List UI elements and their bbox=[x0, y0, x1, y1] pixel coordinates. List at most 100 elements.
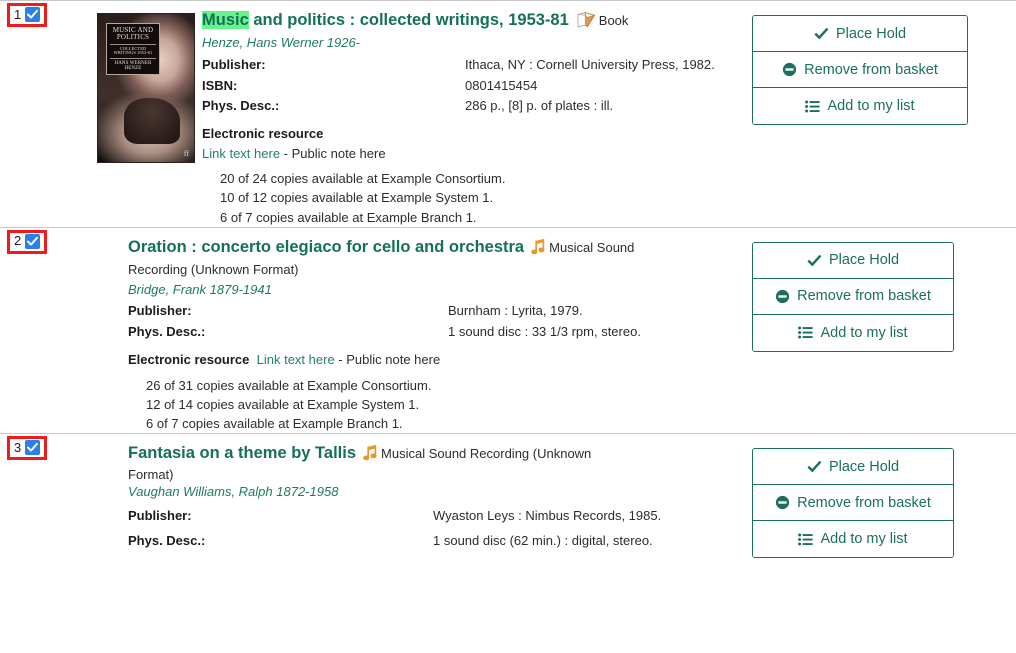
record-field-table: Publisher: Burnham : Lyrita, 1979. Phys.… bbox=[128, 301, 742, 343]
record-select-annotation: 1 bbox=[7, 3, 48, 27]
record-format: Musical Sound Recording (Unknown bbox=[356, 445, 592, 462]
check-icon bbox=[27, 443, 39, 452]
availability-line: 20 of 24 copies available at Example Con… bbox=[220, 171, 506, 187]
electronic-resource-link[interactable]: Link text here bbox=[202, 146, 280, 161]
list-icon bbox=[798, 326, 814, 339]
record-title-rest: Oration : concerto elegiaco for cello an… bbox=[128, 237, 525, 256]
cover-title-line2: POLITICS bbox=[116, 33, 150, 42]
record-field-table: Publisher: Ithaca, NY : Cornell Universi… bbox=[202, 55, 742, 118]
add-to-my-list-button[interactable]: Add to my list bbox=[753, 521, 953, 558]
record-format-label: Musical Sound Recording (Unknown bbox=[381, 446, 592, 462]
place-hold-label: Place Hold bbox=[828, 458, 900, 475]
record-title-line: Fantasia on a theme by Tallis Musical So… bbox=[128, 443, 742, 465]
record-actions-column: Place Hold Remove from basket Add to my … bbox=[752, 1, 1016, 125]
add-to-my-list-label: Add to my list bbox=[827, 98, 915, 114]
availability-line: 26 of 31 copies available at Example Con… bbox=[146, 377, 432, 393]
record-checkbox[interactable] bbox=[25, 7, 41, 22]
field-row-phys-desc: Phys. Desc.: 1 sound disc : 33 1/3 rpm, … bbox=[128, 322, 742, 343]
record-author[interactable]: Bridge, Frank 1879-1941 bbox=[128, 281, 742, 300]
record-detail-column: Music and politics : collected writings,… bbox=[202, 1, 752, 227]
record-format-label: Musical Sound bbox=[549, 239, 635, 255]
place-hold-label: Place Hold bbox=[828, 252, 900, 269]
remove-from-basket-button[interactable]: Remove from basket bbox=[753, 52, 967, 88]
place-hold-button[interactable]: Place Hold bbox=[753, 16, 967, 52]
cover-divider bbox=[110, 43, 156, 45]
search-result-record: 2 Oration : concerto elegiaco for cello … bbox=[0, 228, 1016, 433]
add-to-my-list-button[interactable]: Add to my list bbox=[753, 314, 953, 351]
record-action-button-group: Place Hold Remove from basket Add to my … bbox=[752, 241, 954, 352]
search-result-record: 3 Fantasia on a theme by Tallis Musical … bbox=[0, 434, 1016, 559]
cover-title-line3: COLLECTED WRITINGS 1953-81 bbox=[113, 45, 153, 56]
field-value-publisher: Burnham : Lyrita, 1979. bbox=[448, 303, 583, 319]
cover-divider bbox=[110, 57, 156, 59]
place-hold-button[interactable]: Place Hold bbox=[753, 449, 953, 486]
field-row-publisher: Publisher: Burnham : Lyrita, 1979. bbox=[128, 301, 742, 322]
search-result-record: 1 MUSIC AND POLITICS COLLECTED WRITINGS … bbox=[0, 1, 1016, 227]
electronic-resource-dash: - bbox=[280, 145, 292, 161]
book-cover-image[interactable]: MUSIC AND POLITICS COLLECTED WRITINGS 19… bbox=[97, 13, 195, 163]
field-row-isbn: ISBN: 0801415454 bbox=[202, 76, 742, 97]
add-to-my-list-label: Add to my list bbox=[820, 531, 908, 548]
record-author[interactable]: Vaughan Williams, Ralph 1872-1958 bbox=[128, 483, 742, 502]
record-number: 3 bbox=[14, 439, 22, 455]
availability-line: 6 of 7 copies available at Example Branc… bbox=[146, 416, 403, 432]
availability-line: 6 of 7 copies available at Example Branc… bbox=[220, 209, 477, 225]
book-icon bbox=[576, 11, 596, 32]
cover-imprint: ff bbox=[183, 149, 189, 158]
record-format-label-continued: Format) bbox=[128, 467, 174, 483]
list-icon bbox=[805, 100, 821, 113]
record-checkbox[interactable] bbox=[25, 233, 41, 249]
record-title-link[interactable]: Fantasia on a theme by Tallis bbox=[128, 444, 356, 462]
field-label-publisher: Publisher: bbox=[128, 303, 192, 319]
field-value-publisher: Wyaston Leys : Nimbus Records, 1985. bbox=[433, 508, 662, 524]
field-label-publisher: Publisher: bbox=[128, 508, 192, 524]
music-note-icon bbox=[363, 445, 378, 465]
minus-circle-icon bbox=[782, 62, 797, 77]
record-checkbox[interactable] bbox=[25, 440, 41, 456]
check-icon bbox=[807, 460, 822, 473]
record-detail-column: Oration : concerto elegiaco for cello an… bbox=[90, 228, 752, 433]
record-select-column: 1 bbox=[0, 1, 90, 27]
electronic-resource-dash: - bbox=[334, 352, 347, 368]
search-term-highlight: Music bbox=[202, 11, 249, 29]
place-hold-button[interactable]: Place Hold bbox=[753, 242, 953, 279]
record-number: 2 bbox=[14, 233, 22, 249]
field-label-publisher: Publisher: bbox=[202, 56, 266, 72]
check-icon bbox=[27, 236, 39, 246]
record-title-rest: Fantasia on a theme by Tallis bbox=[128, 444, 357, 463]
field-row-phys-desc: Phys. Desc.: 1 sound disc (62 min.) : di… bbox=[128, 529, 742, 554]
field-row-phys-desc: Phys. Desc.: 286 p., [8] p. of plates : … bbox=[202, 96, 742, 117]
check-icon bbox=[807, 254, 822, 267]
remove-from-basket-button[interactable]: Remove from basket bbox=[753, 278, 953, 315]
record-detail-column: Fantasia on a theme by Tallis Musical So… bbox=[90, 434, 752, 553]
field-value-isbn: 0801415454 bbox=[465, 77, 538, 93]
remove-from-basket-button[interactable]: Remove from basket bbox=[753, 485, 953, 522]
minus-circle-icon bbox=[775, 289, 790, 304]
availability-block: 26 of 31 copies available at Example Con… bbox=[146, 376, 742, 434]
field-value-phys-desc: 1 sound disc (62 min.) : digital, stereo… bbox=[433, 532, 653, 548]
electronic-resource-note: Public note here bbox=[291, 145, 386, 161]
record-title-link[interactable]: Music and politics : collected writings,… bbox=[202, 11, 569, 29]
list-icon bbox=[798, 533, 814, 546]
field-value-publisher: Ithaca, NY : Cornell University Press, 1… bbox=[465, 56, 715, 72]
record-format: Musical Sound bbox=[524, 238, 635, 255]
availability-line: 10 of 12 copies available at Example Sys… bbox=[220, 190, 494, 206]
availability-block: 20 of 24 copies available at Example Con… bbox=[220, 169, 742, 227]
add-to-my-list-button[interactable]: Add to my list bbox=[753, 88, 967, 124]
record-format: Book bbox=[569, 11, 628, 28]
electronic-resource-link[interactable]: Link text here bbox=[257, 352, 335, 367]
add-to-my-list-label: Add to my list bbox=[820, 324, 908, 341]
minus-circle-icon bbox=[775, 495, 790, 510]
check-icon bbox=[27, 9, 39, 19]
record-title-link[interactable]: Oration : concerto elegiaco for cello an… bbox=[128, 238, 524, 256]
field-label-phys-desc: Phys. Desc.: bbox=[128, 324, 206, 340]
place-hold-label: Place Hold bbox=[835, 25, 907, 42]
record-title-line: Oration : concerto elegiaco for cello an… bbox=[128, 237, 742, 259]
cover-photo-detail bbox=[124, 98, 180, 144]
record-author[interactable]: Henze, Hans Werner 1926- bbox=[202, 34, 742, 53]
availability-line: 12 of 14 copies available at Example Sys… bbox=[146, 396, 420, 412]
field-row-publisher: Publisher: Ithaca, NY : Cornell Universi… bbox=[202, 55, 742, 76]
field-row-publisher: Publisher: Wyaston Leys : Nimbus Records… bbox=[128, 504, 742, 529]
check-icon bbox=[814, 27, 829, 40]
electronic-resource-block: Electronic resource Link text here - Pub… bbox=[128, 350, 742, 370]
